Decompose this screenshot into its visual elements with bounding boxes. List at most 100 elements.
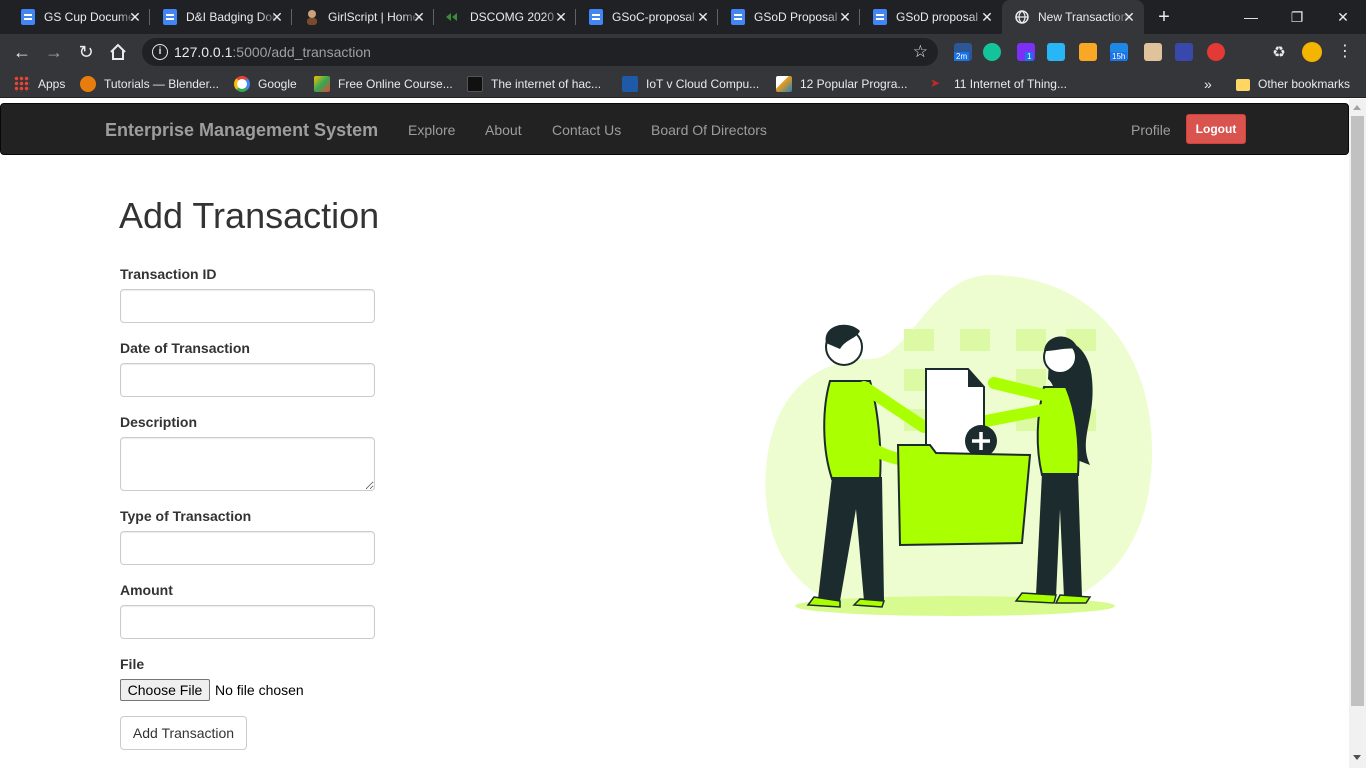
spiral-extension-icon[interactable]: [1207, 43, 1225, 61]
filter-extension-icon[interactable]: [1047, 43, 1065, 61]
tab-gsoc[interactable]: GSoC-proposal ✕: [568, 0, 718, 34]
tab-close-icon[interactable]: ✕: [1122, 10, 1136, 24]
bookmark-free-courses[interactable]: Free Online Course...: [314, 76, 453, 92]
abc-icon: [467, 76, 483, 92]
page-scrollbar[interactable]: [1349, 99, 1366, 768]
google-docs-icon: [730, 9, 746, 25]
tab-close-icon[interactable]: ✕: [980, 10, 994, 24]
description-label: Description: [120, 414, 198, 430]
google-icon: [234, 76, 250, 92]
browser-menu-icon[interactable]: ⋮: [1336, 43, 1354, 61]
google-docs-icon: [872, 9, 888, 25]
mountain-icon: [776, 76, 792, 92]
scroll-down-arrow-icon[interactable]: [1353, 755, 1361, 760]
bi-icon: [622, 76, 638, 92]
window-close-icon[interactable]: ✕: [1320, 0, 1366, 34]
apps-grid-icon: [14, 76, 30, 92]
course-icon: [314, 76, 330, 92]
amount-label: Amount: [120, 582, 173, 598]
extension-badge-1-icon[interactable]: 1: [1017, 43, 1035, 61]
folder-icon: [1236, 79, 1250, 91]
blender-icon: [80, 76, 96, 92]
reload-icon[interactable]: ↻: [74, 40, 98, 64]
nav-link-profile[interactable]: Profile: [1131, 122, 1171, 138]
site-info-icon[interactable]: i: [152, 44, 168, 60]
notes-extension-icon[interactable]: [1079, 43, 1097, 61]
bookmark-iot-things[interactable]: ➤ 11 Internet of Thing...: [930, 76, 1067, 92]
forward-arrow-icon[interactable]: →: [42, 40, 66, 64]
minimize-icon[interactable]: —: [1228, 0, 1274, 34]
google-docs-icon: [588, 9, 604, 25]
tab-girlscript[interactable]: GirlScript | Home ✕: [284, 0, 434, 34]
tab-gsod-1[interactable]: GSoD Proposal ✕: [710, 0, 860, 34]
address-bar[interactable]: i 127.0.0.1:5000/add_transaction ☆: [142, 38, 938, 66]
scroll-up-arrow-icon[interactable]: [1353, 105, 1361, 110]
scrollbar-thumb[interactable]: [1351, 116, 1364, 706]
girlscript-icon: [304, 9, 320, 25]
bookmark-internet-of-hacks[interactable]: The internet of hac...: [467, 76, 601, 92]
tab-dscomg[interactable]: DSCOMG 2020 ✕: [426, 0, 576, 34]
arrow-icon: ➤: [930, 76, 941, 90]
browser-toolbar: ← → ↻ i 127.0.0.1:5000/add_transaction ☆…: [0, 34, 1366, 70]
google-docs-icon: [20, 9, 36, 25]
profile-avatar-icon[interactable]: [1302, 42, 1322, 62]
dscomg-icon: [446, 9, 462, 25]
tab-gs-cup[interactable]: GS Cup Document ✕: [0, 0, 150, 34]
pen-extension-icon[interactable]: [1144, 43, 1162, 61]
tab-gsod-2[interactable]: GSoD proposal ✕: [852, 0, 1002, 34]
extension-badge-15h-icon[interactable]: 15h: [1110, 43, 1128, 61]
bookmarks-overflow-chevron-icon[interactable]: »: [1204, 76, 1212, 92]
bookmark-blender[interactable]: Tutorials — Blender...: [80, 76, 219, 92]
home-icon[interactable]: [106, 40, 130, 64]
page-title: Add Transaction: [119, 195, 380, 236]
url-host: 127.0.0.1: [174, 44, 233, 60]
tab-close-icon[interactable]: ✕: [554, 10, 568, 24]
description-textarea[interactable]: [120, 437, 375, 491]
google-docs-icon: [162, 9, 178, 25]
bookmark-iot-cloud[interactable]: IoT v Cloud Compu...: [622, 76, 759, 92]
grammarly-icon[interactable]: [983, 43, 1001, 61]
bookmark-programming[interactable]: 12 Popular Progra...: [776, 76, 907, 92]
nav-link-explore[interactable]: Explore: [408, 122, 455, 138]
nav-link-board[interactable]: Board Of Directors: [651, 122, 767, 138]
screen-extension-icon[interactable]: [1175, 43, 1193, 61]
amount-input[interactable]: [120, 605, 375, 639]
bookmarks-bar: Apps Tutorials — Blender... Google Free …: [0, 70, 1366, 98]
date-label: Date of Transaction: [120, 340, 250, 356]
tab-close-icon[interactable]: ✕: [412, 10, 426, 24]
new-tab-plus-icon[interactable]: +: [1154, 7, 1174, 27]
nav-link-contact[interactable]: Contact Us: [552, 122, 621, 138]
date-input[interactable]: [120, 363, 375, 397]
nav-link-about[interactable]: About: [485, 122, 522, 138]
extension-badge-2m-icon[interactable]: 2m: [954, 43, 972, 61]
logout-button[interactable]: Logout: [1186, 114, 1246, 144]
url-path: :5000/add_transaction: [232, 44, 371, 60]
choose-file-button[interactable]: Choose File: [120, 679, 210, 701]
file-status-text: No file chosen: [215, 682, 304, 698]
tab-close-icon[interactable]: ✕: [270, 10, 284, 24]
page-viewport: Enterprise Management System Explore Abo…: [0, 99, 1366, 768]
navbar-brand[interactable]: Enterprise Management System: [105, 120, 378, 141]
bookmark-star-icon[interactable]: ☆: [913, 42, 928, 62]
tab-new-transaction[interactable]: New Transaction ✕: [1002, 0, 1144, 34]
tab-di-badging[interactable]: D&I Badging Doc ✕: [142, 0, 292, 34]
bookmark-apps[interactable]: Apps: [14, 76, 65, 92]
tab-close-icon[interactable]: ✕: [128, 10, 142, 24]
file-label: File: [120, 656, 145, 672]
add-transaction-button[interactable]: Add Transaction: [120, 716, 247, 750]
transaction-id-label: Transaction ID: [120, 266, 217, 282]
tab-strip: GS Cup Document ✕ D&I Badging Doc ✕ Girl…: [0, 0, 1366, 34]
type-label: Type of Transaction: [120, 508, 252, 524]
transaction-id-input[interactable]: [120, 289, 375, 323]
app-navbar: Enterprise Management System Explore Abo…: [0, 103, 1349, 155]
transaction-illustration: [765, 275, 1153, 616]
bookmark-other[interactable]: Other bookmarks: [1236, 76, 1350, 92]
restore-icon[interactable]: ❐: [1274, 0, 1320, 34]
tab-close-icon[interactable]: ✕: [696, 10, 710, 24]
back-arrow-icon[interactable]: ←: [10, 40, 34, 64]
extensions-puzzle-icon[interactable]: ♻: [1270, 43, 1288, 61]
type-input[interactable]: [120, 531, 375, 565]
bookmark-google[interactable]: Google: [234, 76, 297, 92]
globe-icon: [1014, 9, 1030, 25]
tab-close-icon[interactable]: ✕: [838, 10, 852, 24]
